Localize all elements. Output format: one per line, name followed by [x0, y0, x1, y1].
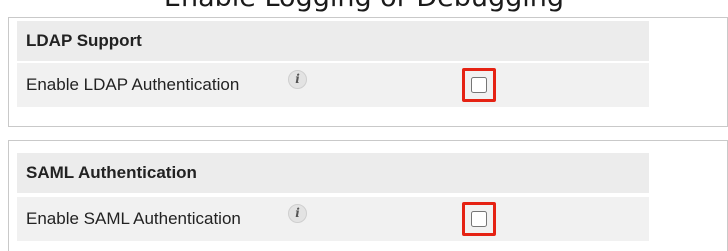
ldap-auth-row: Enable LDAP Authentication i [17, 63, 649, 107]
info-icon[interactable]: i [288, 70, 307, 89]
saml-auth-panel: SAML Authentication Enable SAML Authenti… [8, 140, 728, 251]
ldap-support-heading: LDAP Support [17, 21, 649, 61]
ldap-checkbox-highlight [462, 68, 496, 102]
saml-auth-row: Enable SAML Authentication i [17, 197, 649, 241]
saml-auth-label: Enable SAML Authentication [26, 209, 241, 228]
cropped-page-title: Enable Logging or Debugging [0, 0, 728, 13]
info-icon[interactable]: i [288, 204, 307, 223]
ldap-support-panel: LDAP Support Enable LDAP Authentication … [8, 17, 728, 127]
ldap-auth-checkbox[interactable] [471, 77, 487, 93]
saml-checkbox-highlight [462, 202, 496, 236]
saml-auth-heading: SAML Authentication [17, 153, 649, 193]
saml-auth-checkbox[interactable] [471, 211, 487, 227]
ldap-auth-label: Enable LDAP Authentication [26, 75, 240, 94]
